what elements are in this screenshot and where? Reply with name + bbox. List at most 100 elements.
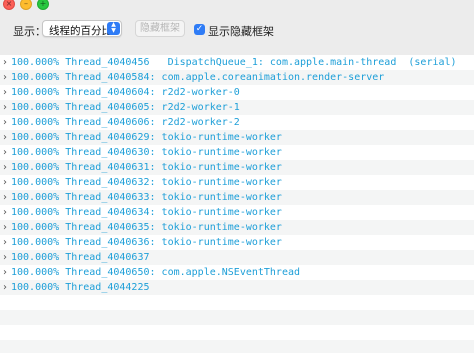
thread-percent: 100.000% [11, 87, 60, 98]
thread-row[interactable]: › 100.000% Thread_4040634: tokio-runtime-… [0, 205, 474, 220]
thread-percent: 100.000% [11, 72, 60, 83]
thread-row[interactable]: › 100.000% Thread_4040605: r2d2-worker-1 [0, 100, 474, 115]
thread-list: › 100.000% Thread_4040456 DispatchQueue_1… [0, 55, 474, 353]
disclosure-triangle-icon[interactable]: › [3, 130, 7, 145]
thread-queue: com.apple.coreanimation.render-server [161, 72, 385, 83]
disclosure-triangle-icon[interactable]: › [3, 55, 7, 70]
disclosure-triangle-icon[interactable]: › [3, 220, 7, 235]
thread-row[interactable]: › 100.000% Thread_4040631: tokio-runtime-… [0, 160, 474, 175]
display-mode-popup[interactable]: 线程的百分比 ▲ ▼ [42, 20, 122, 37]
disclosure-triangle-icon[interactable]: › [3, 190, 7, 205]
thread-row-text: 100.000% Thread_4040630: tokio-runtime-w… [11, 145, 282, 160]
thread-percent: 100.000% [11, 267, 60, 278]
thread-percent: 100.000% [11, 192, 60, 203]
disclosure-triangle-icon[interactable]: › [3, 175, 7, 190]
thread-percent: 100.000% [11, 102, 60, 113]
thread-row-text: 100.000% Thread_4040633: tokio-runtime-w… [11, 190, 282, 205]
thread-row[interactable]: › 100.000% Thread_4040632: tokio-runtime-… [0, 175, 474, 190]
thread-row-text: 100.000% Thread_4040456 DispatchQueue_1:… [11, 55, 457, 70]
thread-row[interactable]: › 100.000% Thread_4044225 [0, 280, 474, 295]
thread-name: Thread_4040634: [65, 207, 156, 218]
thread-row[interactable]: › 100.000% Thread_4040650: com.apple.NSEv… [0, 265, 474, 280]
thread-queue: tokio-runtime-worker [161, 132, 282, 143]
thread-queue: com.apple.NSEventThread [161, 267, 301, 278]
disclosure-triangle-icon[interactable]: › [3, 115, 7, 130]
checkmark-icon: ✓ [195, 24, 204, 34]
disclosure-triangle-icon[interactable]: › [3, 160, 7, 175]
thread-percent: 100.000% [11, 282, 60, 293]
thread-row[interactable]: › 100.000% Thread_4040636: tokio-runtime-… [0, 235, 474, 250]
thread-row[interactable]: › 100.000% Thread_4040629: tokio-runtime-… [0, 130, 474, 145]
zoom-window-button[interactable]: + [37, 0, 49, 10]
thread-percent: 100.000% [11, 222, 60, 233]
thread-name: Thread_4040637 [65, 252, 150, 263]
thread-row[interactable]: › 100.000% Thread_4040584: com.apple.core… [0, 70, 474, 85]
thread-name: Thread_4040635: [65, 222, 156, 233]
show-hidden-frames-checkbox[interactable]: ✓ [194, 24, 205, 35]
thread-row[interactable]: › 100.000% Thread_4040637 [0, 250, 474, 265]
thread-name: Thread_4040631: [65, 162, 156, 173]
thread-name: Thread_4040633: [65, 192, 156, 203]
thread-percent: 100.000% [11, 132, 60, 143]
thread-queue: tokio-runtime-worker [161, 222, 282, 233]
thread-row-text: 100.000% Thread_4040650: com.apple.NSEve… [11, 265, 300, 280]
thread-percent: 100.000% [11, 252, 60, 263]
thread-queue: tokio-runtime-worker [161, 237, 282, 248]
thread-row-text: 100.000% Thread_4040606: r2d2-worker-2 [11, 115, 240, 130]
disclosure-triangle-icon[interactable]: › [3, 250, 7, 265]
empty-row [0, 310, 474, 325]
thread-queue: DispatchQueue_1: com.apple.main-thread (… [167, 57, 457, 68]
thread-queue: tokio-runtime-worker [161, 147, 282, 158]
thread-name: Thread_4040650: [65, 267, 156, 278]
thread-row-text: 100.000% Thread_4040635: tokio-runtime-w… [11, 220, 282, 235]
empty-row [0, 295, 474, 310]
thread-row-text: 100.000% Thread_4040637 [11, 250, 150, 265]
thread-name: Thread_4040629: [65, 132, 156, 143]
disclosure-triangle-icon[interactable]: › [3, 70, 7, 85]
disclosure-triangle-icon[interactable]: › [3, 145, 7, 160]
thread-row[interactable]: › 100.000% Thread_4040635: tokio-runtime-… [0, 220, 474, 235]
thread-percent: 100.000% [11, 207, 60, 218]
thread-row[interactable]: › 100.000% Thread_4040604: r2d2-worker-0 [0, 85, 474, 100]
thread-queue: r2d2-worker-1 [161, 102, 240, 113]
thread-row[interactable]: › 100.000% Thread_4040633: tokio-runtime-… [0, 190, 474, 205]
thread-row-text: 100.000% Thread_4040631: tokio-runtime-w… [11, 160, 282, 175]
minimize-window-button[interactable]: – [20, 0, 32, 10]
disclosure-triangle-icon[interactable]: › [3, 85, 7, 100]
display-mode-value: 线程的百分比 [49, 25, 112, 37]
thread-row-text: 100.000% Thread_4040605: r2d2-worker-1 [11, 100, 240, 115]
thread-percent: 100.000% [11, 162, 60, 173]
toolbar: 显示： 线程的百分比 ▲ ▼ 隐藏框架 ✓ 显示隐藏框架 [0, 16, 474, 44]
thread-name: Thread_4040630: [65, 147, 156, 158]
show-hidden-frames-label[interactable]: 显示隐藏框架 [208, 23, 274, 39]
thread-row[interactable]: › 100.000% Thread_4040456 DispatchQueue_1… [0, 55, 474, 70]
disclosure-triangle-icon[interactable]: › [3, 280, 7, 295]
thread-name: Thread_4044225 [65, 282, 150, 293]
thread-name: Thread_4040632: [65, 177, 156, 188]
title-bar: × – + [0, 0, 474, 12]
thread-name: Thread_4040605: [65, 102, 156, 113]
disclosure-triangle-icon[interactable]: › [3, 235, 7, 250]
hide-frames-button[interactable]: 隐藏框架 [135, 20, 185, 37]
disclosure-triangle-icon[interactable]: › [3, 100, 7, 115]
empty-row [0, 340, 474, 353]
disclosure-triangle-icon[interactable]: › [3, 265, 7, 280]
thread-name: Thread_4040604: [65, 87, 156, 98]
zoom-icon: + [39, 0, 47, 8]
thread-percent: 100.000% [11, 117, 60, 128]
thread-row-text: 100.000% Thread_4040584: com.apple.corea… [11, 70, 384, 85]
thread-row-text: 100.000% Thread_4040604: r2d2-worker-0 [11, 85, 240, 100]
thread-row[interactable]: › 100.000% Thread_4040606: r2d2-worker-2 [0, 115, 474, 130]
thread-row-text: 100.000% Thread_4040634: tokio-runtime-w… [11, 205, 282, 220]
disclosure-triangle-icon[interactable]: › [3, 205, 7, 220]
thread-row-text: 100.000% Thread_4040629: tokio-runtime-w… [11, 130, 282, 145]
thread-row-text: 100.000% Thread_4040632: tokio-runtime-w… [11, 175, 282, 190]
minimize-icon: – [24, 0, 28, 8]
thread-percent: 100.000% [11, 147, 60, 158]
close-window-button[interactable]: × [3, 0, 15, 10]
thread-row[interactable]: › 100.000% Thread_4040630: tokio-runtime-… [0, 145, 474, 160]
thread-percent: 100.000% [11, 57, 60, 68]
thread-percent: 100.000% [11, 237, 60, 248]
thread-name: Thread_4040584: [65, 72, 156, 83]
thread-queue: tokio-runtime-worker [161, 162, 282, 173]
